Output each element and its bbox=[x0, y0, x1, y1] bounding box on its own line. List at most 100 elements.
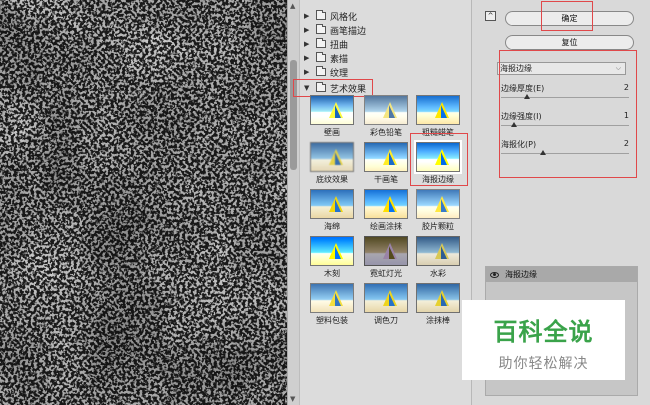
thumb-smudge-stick[interactable]: 涂抹棒 bbox=[414, 283, 462, 326]
param-label: 边缘强度(I) bbox=[501, 112, 542, 121]
folder-texture[interactable]: ▶ 纹理 bbox=[304, 65, 348, 79]
thumb-palette-knife[interactable]: 调色刀 bbox=[362, 283, 410, 326]
slider-knob[interactable] bbox=[540, 150, 547, 155]
thumb-fresco[interactable]: 壁画 bbox=[308, 95, 356, 138]
thumbnail-image bbox=[416, 189, 460, 219]
slider-track[interactable] bbox=[501, 153, 629, 154]
thumbnail-label: 胶片颗粒 bbox=[422, 222, 454, 231]
thumb-cutout[interactable]: 木刻 bbox=[308, 236, 356, 279]
folder-label: 素描 bbox=[330, 54, 349, 65]
thumbnail-image bbox=[416, 283, 460, 313]
slider-knob[interactable] bbox=[510, 122, 517, 127]
thumb-plastic-wrap[interactable]: 塑料包装 bbox=[308, 283, 356, 326]
param-value[interactable]: 2 bbox=[624, 139, 629, 148]
thumbnail-label: 彩色铅笔 bbox=[370, 128, 402, 137]
slider-track[interactable] bbox=[501, 125, 629, 126]
folder-artistic[interactable]: ▼ 艺术效果 bbox=[304, 81, 366, 95]
folder-label: 画笔描边 bbox=[330, 26, 367, 37]
thumbnail-image bbox=[416, 95, 460, 125]
collapse-gallery-icon[interactable]: ^ bbox=[485, 11, 496, 21]
thumbnail-image bbox=[310, 283, 354, 313]
folder-icon bbox=[316, 82, 326, 92]
folder-icon bbox=[316, 10, 326, 20]
effect-layer-row[interactable]: 海报边缘 bbox=[486, 267, 637, 282]
folder-icon bbox=[316, 66, 326, 76]
param-edge-thickness: 边缘厚度(E) 2 bbox=[501, 83, 629, 109]
thumbnail-label: 霓虹灯光 bbox=[370, 269, 402, 278]
collapse-arrow-icon: ▼ bbox=[304, 84, 310, 92]
slider-track[interactable] bbox=[501, 97, 629, 98]
thumb-neon-glow[interactable]: 霓虹灯光 bbox=[362, 236, 410, 279]
slider-knob[interactable] bbox=[523, 94, 530, 99]
expand-arrow-icon: ▶ bbox=[304, 12, 310, 20]
thumbnail-label: 海绵 bbox=[324, 222, 340, 231]
thumbnail-label: 壁画 bbox=[324, 128, 340, 137]
folder-brush-strokes[interactable]: ▶ 画笔描边 bbox=[304, 23, 366, 37]
scroll-thumb[interactable] bbox=[290, 60, 297, 170]
thumbnail-label: 绘画涂抹 bbox=[370, 222, 402, 231]
filter-gallery: ▶ 风格化 ▶ 画笔描边 ▶ 扭曲 ▶ 素描 ▶ 纹理 ▼ 艺术效果 壁画 彩色 bbox=[293, 0, 472, 405]
thumbnail-image bbox=[364, 236, 408, 266]
filter-select-value: 海报边缘 bbox=[500, 64, 532, 73]
folder-stylize[interactable]: ▶ 风格化 bbox=[304, 9, 357, 23]
thumb-colored-pencil[interactable]: 彩色铅笔 bbox=[362, 95, 410, 138]
param-label: 海报化(P) bbox=[501, 140, 537, 149]
thumb-dry-brush[interactable]: 干画笔 bbox=[362, 142, 410, 185]
folder-label: 纹理 bbox=[330, 68, 349, 79]
reset-button[interactable]: 复位 bbox=[505, 35, 634, 50]
thumb-watercolor[interactable]: 水彩 bbox=[414, 236, 462, 279]
chevron-down-icon: ⌵ bbox=[615, 64, 621, 72]
preview-scrollbar[interactable]: ▲ ▼ bbox=[287, 0, 300, 405]
param-edge-intensity: 边缘强度(I) 1 bbox=[501, 111, 629, 137]
param-value[interactable]: 2 bbox=[624, 83, 629, 92]
thumbnail-image bbox=[364, 189, 408, 219]
folder-label: 扭曲 bbox=[330, 40, 349, 51]
expand-arrow-icon: ▶ bbox=[304, 40, 310, 48]
thumbnail-label: 塑料包装 bbox=[316, 316, 348, 325]
folder-sketch[interactable]: ▶ 素描 bbox=[304, 51, 348, 65]
folder-icon bbox=[316, 24, 326, 34]
watermark-title: 百科全说 bbox=[493, 318, 594, 346]
folder-distort[interactable]: ▶ 扭曲 bbox=[304, 37, 348, 51]
thumb-sponge[interactable]: 海绵 bbox=[308, 189, 356, 232]
thumb-film-grain[interactable]: 胶片颗粒 bbox=[414, 189, 462, 232]
thumbnail-label: 涂抹棒 bbox=[426, 316, 450, 325]
folder-label: 艺术效果 bbox=[330, 84, 367, 95]
thumbnail-label: 木刻 bbox=[324, 269, 340, 278]
thumbnail-label: 底纹效果 bbox=[316, 175, 348, 184]
param-label: 边缘厚度(E) bbox=[501, 84, 545, 93]
ok-button[interactable]: 确定 bbox=[505, 11, 634, 26]
param-value[interactable]: 1 bbox=[624, 111, 629, 120]
thumbnail-image bbox=[310, 189, 354, 219]
expand-arrow-icon: ▶ bbox=[304, 26, 310, 34]
scroll-down-icon[interactable]: ▼ bbox=[290, 395, 295, 403]
thumb-paint-daubs[interactable]: 绘画涂抹 bbox=[362, 189, 410, 232]
filter-preview-canvas[interactable] bbox=[0, 0, 287, 405]
thumb-poster-edges[interactable]: 海报边缘 bbox=[414, 140, 462, 185]
scroll-up-icon[interactable]: ▲ bbox=[290, 2, 295, 10]
watermark-subtitle: 助你轻松解决 bbox=[498, 356, 589, 372]
expand-arrow-icon: ▶ bbox=[304, 68, 310, 76]
thumbnail-label: 调色刀 bbox=[374, 316, 398, 325]
folder-label: 风格化 bbox=[330, 12, 358, 23]
eye-icon[interactable] bbox=[490, 271, 499, 278]
thumb-rough-pastels[interactable]: 粗糙蜡笔 bbox=[414, 95, 462, 138]
thumbnail-image bbox=[416, 236, 460, 266]
param-posterization: 海报化(P) 2 bbox=[501, 139, 629, 165]
thumbnail-label: 水彩 bbox=[430, 269, 446, 278]
thumbnail-image bbox=[310, 142, 354, 172]
folder-icon bbox=[316, 38, 326, 48]
thumbnail-image bbox=[364, 283, 408, 313]
filter-select[interactable]: 海报边缘 ⌵ bbox=[497, 62, 626, 75]
expand-arrow-icon: ▶ bbox=[304, 54, 310, 62]
thumbnail-image bbox=[364, 142, 408, 172]
thumb-underpainting[interactable]: 底纹效果 bbox=[308, 142, 356, 185]
thumbnail-label: 粗糙蜡笔 bbox=[422, 128, 454, 137]
thumbnail-label: 海报边缘 bbox=[422, 175, 454, 184]
thumbnail-image bbox=[310, 236, 354, 266]
preview-image bbox=[0, 0, 287, 405]
thumbnail-image bbox=[310, 95, 354, 125]
thumbnail-image bbox=[364, 95, 408, 125]
folder-icon bbox=[316, 52, 326, 62]
thumbnail-image bbox=[414, 140, 462, 174]
